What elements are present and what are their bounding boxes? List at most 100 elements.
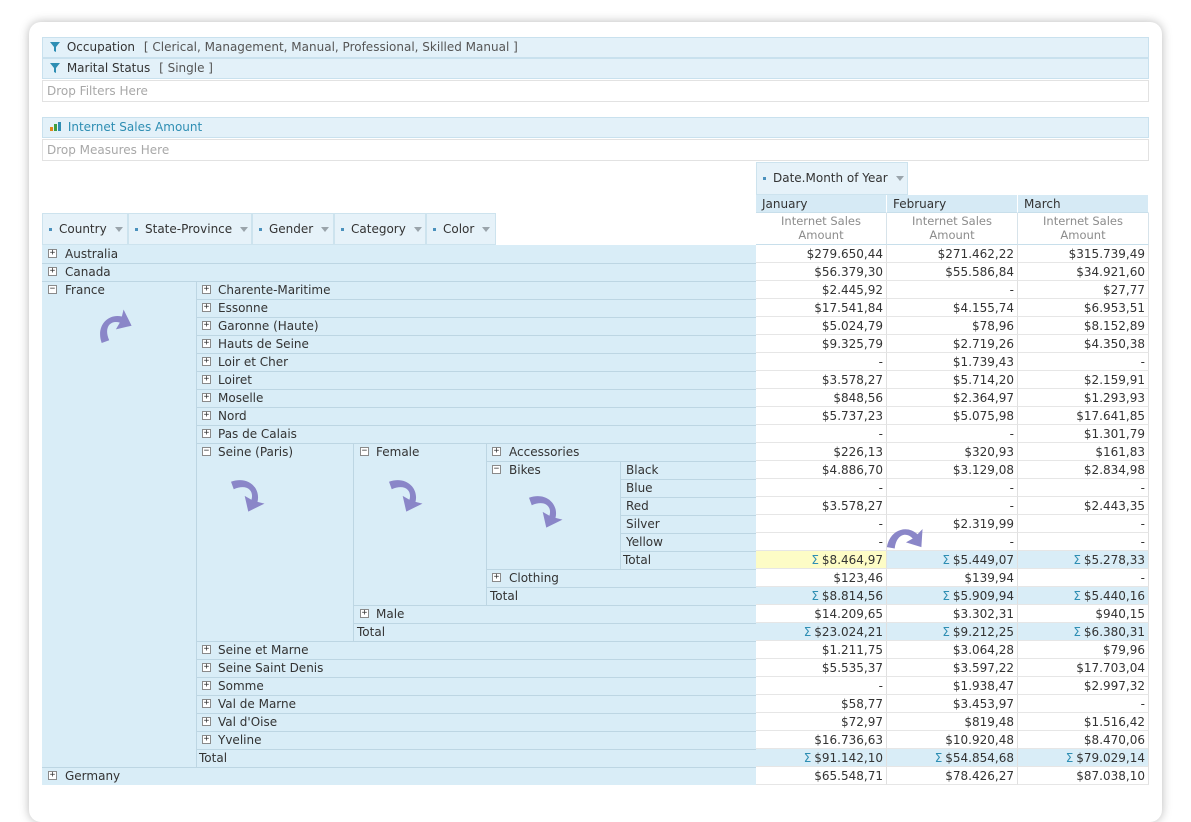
data-cell[interactable]: $2.719,26 (887, 335, 1018, 353)
collapse-icon[interactable]: − (48, 285, 57, 294)
expand-icon[interactable]: + (202, 735, 211, 744)
data-cell[interactable]: $8.152,89 (1018, 317, 1149, 335)
month-header-february[interactable]: February (887, 195, 1018, 213)
data-cell[interactable]: $320,93 (887, 443, 1018, 461)
data-cell[interactable]: $5.024,79 (756, 317, 887, 335)
data-cell[interactable]: $5.714,20 (887, 371, 1018, 389)
expand-icon[interactable]: + (202, 285, 211, 294)
row-field-category[interactable]: Category (334, 213, 426, 245)
total-cell[interactable]: Σ $8.464,97 (756, 551, 887, 569)
month-header-january[interactable]: January (756, 195, 887, 213)
data-cell[interactable]: $34.921,60 (1018, 263, 1149, 281)
data-cell[interactable]: $819,48 (887, 713, 1018, 731)
data-cell[interactable]: $226,13 (756, 443, 887, 461)
data-cell[interactable]: - (756, 425, 887, 443)
total-cell[interactable]: Σ $54.854,68 (887, 749, 1018, 767)
data-cell[interactable]: $848,56 (756, 389, 887, 407)
data-cell[interactable]: $271.462,22 (887, 245, 1018, 263)
data-cell[interactable]: $79,96 (1018, 641, 1149, 659)
total-cell[interactable]: Σ $79.029,14 (1018, 749, 1149, 767)
data-cell[interactable]: $139,94 (887, 569, 1018, 587)
collapse-icon[interactable]: − (360, 447, 369, 456)
data-cell[interactable]: - (1018, 353, 1149, 371)
data-cell[interactable]: - (1018, 695, 1149, 713)
data-cell[interactable]: $17.641,85 (1018, 407, 1149, 425)
data-cell[interactable]: $279.650,44 (756, 245, 887, 263)
data-cell[interactable]: - (1018, 569, 1149, 587)
collapse-icon[interactable]: − (492, 465, 501, 474)
total-cell[interactable]: Σ $6.380,31 (1018, 623, 1149, 641)
data-cell[interactable]: $2.834,98 (1018, 461, 1149, 479)
chevron-down-icon[interactable] (114, 227, 123, 232)
data-cell[interactable]: $8.470,06 (1018, 731, 1149, 749)
data-cell[interactable]: $1.211,75 (756, 641, 887, 659)
data-cell[interactable]: $16.736,63 (756, 731, 887, 749)
month-header-march[interactable]: March (1018, 195, 1149, 213)
data-cell[interactable]: $78,96 (887, 317, 1018, 335)
data-cell[interactable]: $4.350,38 (1018, 335, 1149, 353)
data-cell[interactable]: $5.535,37 (756, 659, 887, 677)
measure-internet-sales[interactable]: Internet Sales Amount (42, 117, 1149, 138)
data-cell[interactable]: - (756, 479, 887, 497)
expand-icon[interactable]: + (202, 681, 211, 690)
data-cell[interactable]: $3.302,31 (887, 605, 1018, 623)
expand-icon[interactable]: + (202, 393, 211, 402)
total-cell[interactable]: Σ $5.440,16 (1018, 587, 1149, 605)
filter-occupation[interactable]: Occupation [ Clerical, Management, Manua… (42, 37, 1149, 58)
data-cell[interactable]: - (756, 515, 887, 533)
data-cell[interactable]: $9.325,79 (756, 335, 887, 353)
data-cell[interactable]: $3.453,97 (887, 695, 1018, 713)
data-cell[interactable]: $4.886,70 (756, 461, 887, 479)
data-cell[interactable]: $3.597,22 (887, 659, 1018, 677)
data-cell[interactable]: - (756, 677, 887, 695)
data-cell[interactable]: $14.209,65 (756, 605, 887, 623)
row-field-country[interactable]: Country (42, 213, 128, 245)
data-cell[interactable]: $1.739,43 (887, 353, 1018, 371)
data-cell[interactable]: $58,77 (756, 695, 887, 713)
total-cell[interactable]: Σ $8.814,56 (756, 587, 887, 605)
data-cell[interactable]: $78.426,27 (887, 767, 1018, 785)
data-cell[interactable]: $315.739,49 (1018, 245, 1149, 263)
row-field-state-province[interactable]: State-Province (128, 213, 252, 245)
chevron-down-icon[interactable] (240, 227, 249, 232)
data-cell[interactable]: $1.938,47 (887, 677, 1018, 695)
expand-icon[interactable]: + (202, 411, 211, 420)
data-cell[interactable]: $3.578,27 (756, 497, 887, 515)
data-cell[interactable]: $17.703,04 (1018, 659, 1149, 677)
data-cell[interactable]: - (887, 497, 1018, 515)
data-cell[interactable]: $161,83 (1018, 443, 1149, 461)
data-cell[interactable]: $56.379,30 (756, 263, 887, 281)
data-cell[interactable]: $123,46 (756, 569, 887, 587)
row-field-color[interactable]: Color (426, 213, 496, 245)
data-cell[interactable]: $5.737,23 (756, 407, 887, 425)
expand-icon[interactable]: + (202, 699, 211, 708)
chevron-down-icon[interactable] (413, 227, 422, 232)
data-cell[interactable]: $55.586,84 (887, 263, 1018, 281)
drop-filters-zone[interactable]: Drop Filters Here (42, 80, 1149, 102)
data-cell[interactable]: $5.075,98 (887, 407, 1018, 425)
data-cell[interactable]: $4.155,74 (887, 299, 1018, 317)
expand-icon[interactable]: + (48, 249, 57, 258)
data-cell[interactable]: $72,97 (756, 713, 887, 731)
data-cell[interactable]: $2.445,92 (756, 281, 887, 299)
data-cell[interactable]: $17.541,84 (756, 299, 887, 317)
data-cell[interactable]: $3.064,28 (887, 641, 1018, 659)
expand-icon[interactable]: + (360, 609, 369, 618)
expand-icon[interactable]: + (202, 429, 211, 438)
data-cell[interactable]: - (1018, 533, 1149, 551)
data-cell[interactable]: $940,15 (1018, 605, 1149, 623)
expand-icon[interactable]: + (202, 645, 211, 654)
total-cell[interactable]: Σ $5.278,33 (1018, 551, 1149, 569)
collapse-icon[interactable]: − (202, 447, 211, 456)
total-cell[interactable]: Σ $91.142,10 (756, 749, 887, 767)
filter-marital-status[interactable]: Marital Status [ Single ] (42, 58, 1149, 79)
expand-icon[interactable]: + (492, 447, 501, 456)
total-cell[interactable]: Σ $23.024,21 (756, 623, 887, 641)
data-cell[interactable]: $2.159,91 (1018, 371, 1149, 389)
column-field-date[interactable]: Date.Month of Year (756, 162, 908, 195)
total-cell[interactable]: Σ $9.212,25 (887, 623, 1018, 641)
expand-icon[interactable]: + (202, 339, 211, 348)
data-cell[interactable]: $6.953,51 (1018, 299, 1149, 317)
chevron-down-icon[interactable] (895, 176, 904, 181)
total-cell[interactable]: Σ $5.909,94 (887, 587, 1018, 605)
